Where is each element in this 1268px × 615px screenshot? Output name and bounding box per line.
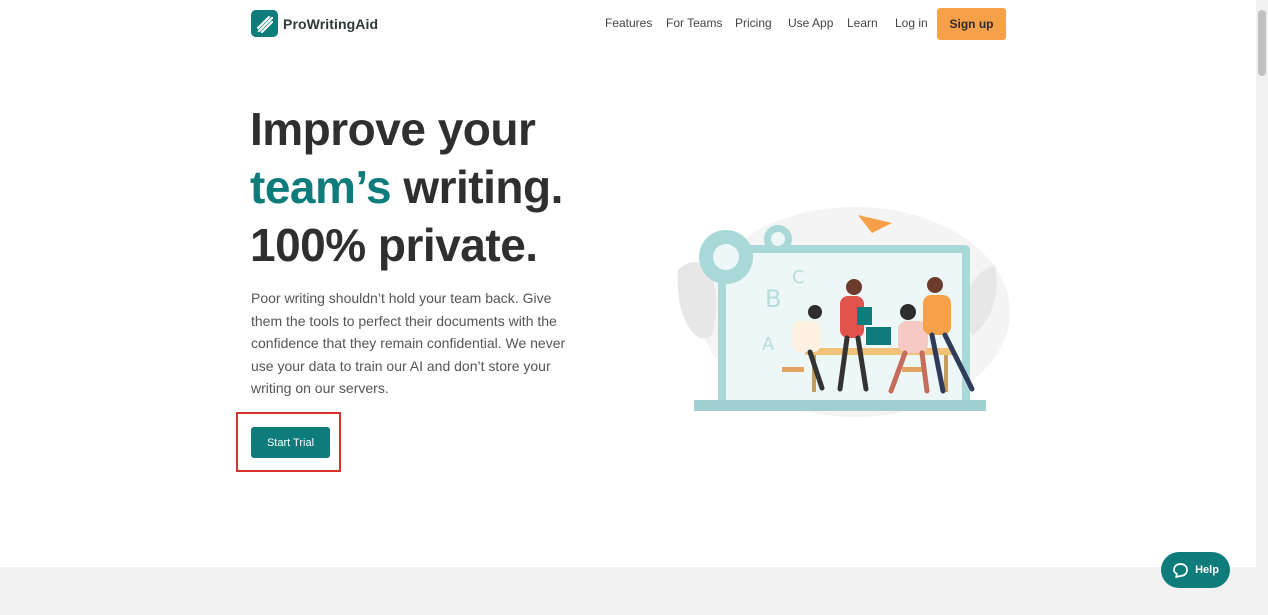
nav-for-teams[interactable]: For Teams [666, 16, 722, 30]
heading-line-3: 100% private. [250, 219, 538, 271]
scrollbar-thumb[interactable] [1258, 10, 1266, 76]
next-section-band [0, 567, 1256, 615]
logo[interactable]: ProWritingAid [251, 10, 378, 37]
nav-features[interactable]: Features [605, 16, 652, 30]
chat-bubble-icon [1173, 562, 1188, 578]
hero-description: Poor writing shouldn’t hold your team ba… [251, 290, 566, 396]
help-button[interactable]: Help [1161, 552, 1230, 588]
svg-text:B: B [765, 285, 781, 313]
nav-log-in[interactable]: Log in [895, 16, 928, 30]
feather-icon [251, 10, 278, 37]
brand-name: ProWritingAid [283, 15, 379, 32]
highlight-box [236, 412, 341, 472]
nav-learn[interactable]: Learn [847, 16, 878, 30]
sign-up-button[interactable]: Sign up [937, 8, 1006, 40]
team-writing-illustration: B C A [677, 207, 1010, 417]
heading-accent: team’s [250, 161, 392, 213]
nav-pricing[interactable]: Pricing [735, 16, 772, 30]
help-label: Help [1195, 564, 1219, 576]
top-navigation: ProWritingAid Features For Teams Pricing… [0, 0, 1256, 48]
svg-text:C: C [792, 267, 805, 288]
heading-line-2: writing. [391, 161, 563, 213]
nav-use-app[interactable]: Use App [788, 16, 833, 30]
heading-line-1: Improve your [250, 103, 536, 155]
vertical-scrollbar[interactable] [1256, 0, 1268, 615]
svg-text:A: A [762, 334, 775, 355]
hero-heading: Improve your team’s writing. 100% privat… [250, 100, 563, 274]
